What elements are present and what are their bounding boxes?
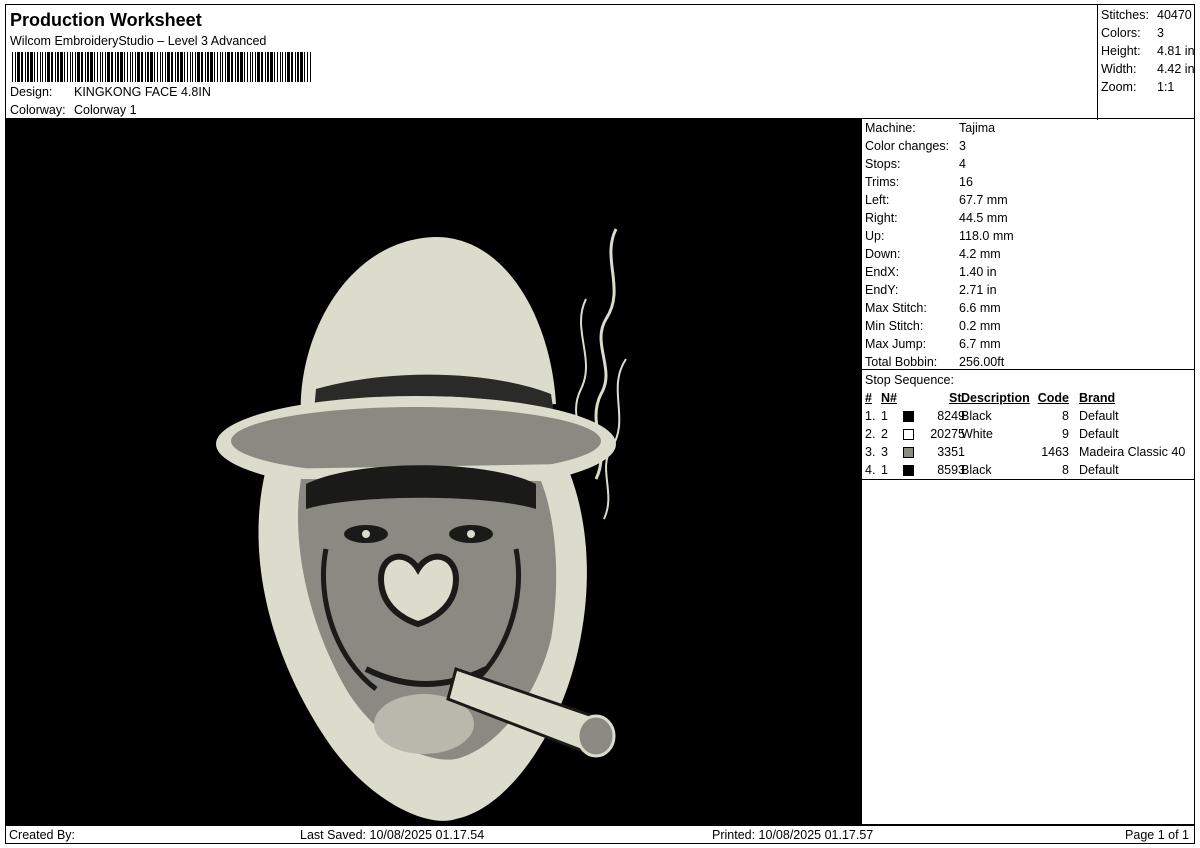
summary-label: Colors: — [1101, 26, 1141, 40]
summary-label: Zoom: — [1101, 80, 1137, 94]
thread-code: 8 — [1062, 409, 1069, 423]
info-value: 1.40 in — [959, 265, 997, 279]
info-value: 4 — [959, 157, 966, 171]
table-row: 2. 2 20275 White 9 Default — [862, 425, 1194, 443]
row-number: 1. — [865, 409, 876, 423]
thread-description: White — [961, 427, 993, 441]
info-value: Tajima — [959, 121, 996, 135]
info-label: EndX: — [865, 265, 900, 279]
divider — [862, 369, 1194, 370]
color-swatch — [903, 465, 914, 476]
info-label: EndY: — [865, 283, 899, 297]
thread-brand: Madeira Classic 40 — [1079, 445, 1186, 459]
printed-date: Printed: 10/08/2025 01.17.57 — [712, 828, 874, 842]
thread-brand: Default — [1079, 463, 1119, 477]
info-value: 4.2 mm — [959, 247, 1001, 261]
needle-number: 1 — [881, 463, 888, 477]
needle-number: 2 — [881, 427, 888, 441]
gorilla-embroidery-image — [216, 228, 627, 821]
design-preview — [5, 119, 862, 825]
table-row: 3. 3 3351 1463 Madeira Classic 40 — [862, 443, 1194, 461]
colorway-label: Colorway: — [10, 103, 66, 117]
col-header-needle: N# — [881, 391, 897, 405]
col-header-code: Code — [1037, 391, 1069, 405]
software-name: Wilcom EmbroideryStudio – Level 3 Advanc… — [10, 34, 267, 48]
colorway-value: Colorway 1 — [74, 103, 137, 117]
worksheet-header: Production Worksheet Wilcom EmbroiderySt… — [5, 4, 1196, 120]
last-saved: Last Saved: 10/08/2025 01.17.54 — [300, 828, 485, 842]
info-label: Stops: — [865, 157, 901, 171]
summary-value: 40470 — [1157, 8, 1192, 22]
thread-code: 1463 — [1041, 445, 1069, 459]
summary-label: Width: — [1101, 62, 1137, 76]
thread-code: 9 — [1062, 427, 1069, 441]
info-value: 3 — [959, 139, 966, 153]
col-header-description: Description — [961, 391, 1030, 405]
summary-label: Height: — [1101, 44, 1141, 58]
info-label: Color changes: — [865, 139, 950, 153]
design-value: KINGKONG FACE 4.8IN — [74, 85, 211, 99]
table-row: 1. 1 8249 Black 8 Default — [862, 407, 1194, 425]
stop-sequence-title: Stop Sequence: — [865, 373, 954, 387]
needle-number: 1 — [881, 409, 888, 423]
info-value: 67.7 mm — [959, 193, 1008, 207]
info-label: Max Stitch: — [865, 301, 927, 315]
summary-value: 4.81 in — [1157, 44, 1195, 58]
row-number: 2. — [865, 427, 876, 441]
machine-info-panel: Machine: Tajima Color changes: 3 Stops: … — [861, 119, 1195, 825]
info-value: 16 — [959, 175, 973, 189]
thread-description: Black — [961, 409, 992, 423]
info-value: 0.2 mm — [959, 319, 1001, 333]
info-label: Right: — [865, 211, 898, 225]
info-label: Trims: — [865, 175, 900, 189]
page-number: Page 1 of 1 — [1125, 828, 1189, 842]
info-label: Left: — [865, 193, 890, 207]
stitch-count: 20275 — [930, 427, 965, 441]
info-value: 44.5 mm — [959, 211, 1008, 225]
thread-brand: Default — [1079, 409, 1119, 423]
needle-number: 3 — [881, 445, 888, 459]
design-label: Design: — [10, 85, 53, 99]
color-swatch — [903, 411, 914, 422]
info-label: Max Jump: — [865, 337, 927, 351]
thread-code: 8 — [1062, 463, 1069, 477]
info-label: Min Stitch: — [865, 319, 924, 333]
info-label: Machine: — [865, 121, 916, 135]
color-swatch — [903, 429, 914, 440]
design-summary: Stitches: 40470 Colors: 3 Height: 4.81 i… — [1097, 5, 1196, 120]
summary-value: 4.42 in — [1157, 62, 1195, 76]
info-value: 118.0 mm — [959, 229, 1014, 243]
summary-value: 1:1 — [1157, 80, 1175, 94]
table-row: 4. 1 8593 Black 8 Default — [862, 461, 1194, 479]
info-label: Up: — [865, 229, 885, 243]
row-number: 3. — [865, 445, 876, 459]
summary-value: 3 — [1157, 26, 1164, 40]
stop-sequence-table: # N# St. Description Code Brand 1. 1 824… — [862, 389, 1194, 480]
worksheet-footer: Created By: Last Saved: 10/08/2025 01.17… — [5, 825, 1195, 844]
info-value: 6.6 mm — [959, 301, 1001, 315]
table-header-row: # N# St. Description Code Brand — [862, 389, 1194, 407]
info-label: Down: — [865, 247, 901, 261]
summary-label: Stitches: — [1101, 8, 1149, 22]
created-by: Created By: — [9, 828, 76, 842]
stitch-count: 3351 — [937, 445, 965, 459]
worksheet-title: Production Worksheet — [10, 10, 202, 30]
thread-description: Black — [961, 463, 992, 477]
row-number: 4. — [865, 463, 876, 477]
color-swatch — [903, 447, 914, 458]
col-header-brand: Brand — [1079, 391, 1116, 405]
barcode — [12, 52, 311, 82]
info-value: 2.71 in — [959, 283, 997, 297]
col-header-num: # — [865, 391, 872, 405]
info-value: 6.7 mm — [959, 337, 1001, 351]
thread-brand: Default — [1079, 427, 1119, 441]
